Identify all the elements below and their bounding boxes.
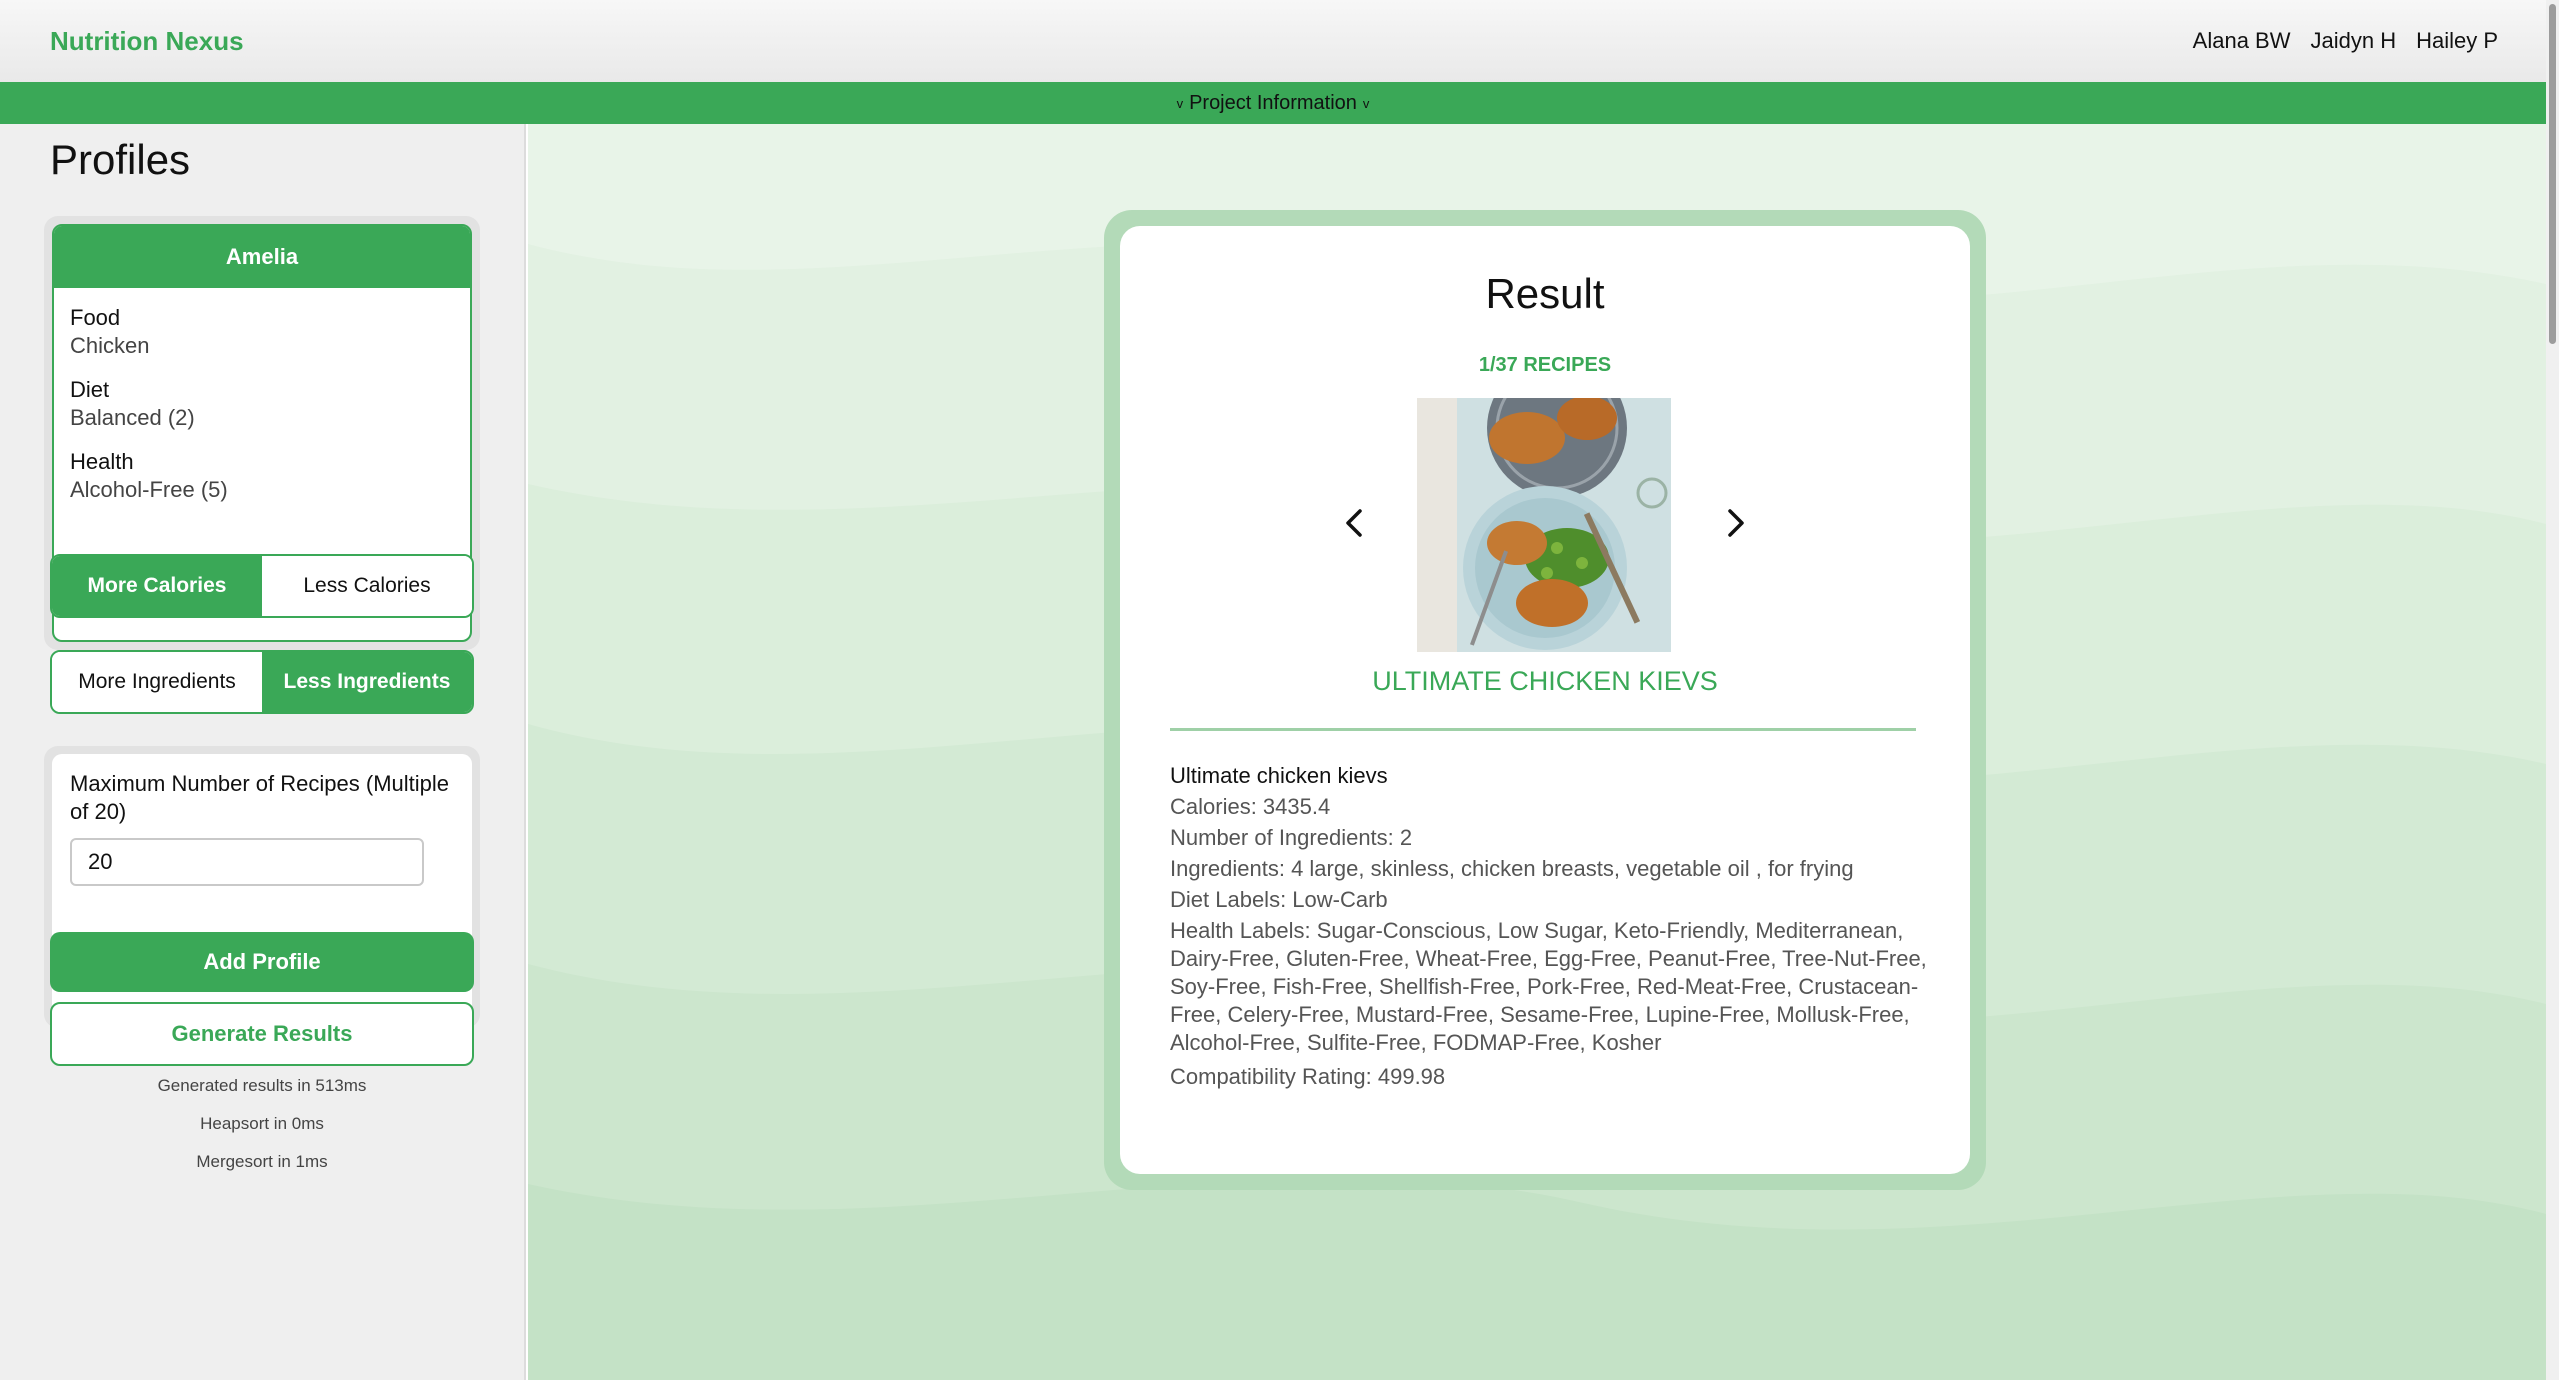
- page-scrollbar[interactable]: [2546, 0, 2559, 1380]
- caret-left-icon: v: [1176, 95, 1184, 111]
- result-divider: [1170, 728, 1916, 731]
- recipe-details: Ultimate chicken kievs Calories: 3435.4 …: [1170, 762, 1930, 1091]
- chicken-kiev-photo: [1417, 398, 1671, 652]
- recipe-calories: Calories: 3435.4: [1170, 794, 1331, 819]
- ingredients-toggle: More Ingredients Less Ingredients: [50, 650, 474, 714]
- chevron-left-icon: [1346, 509, 1362, 537]
- team-member-jaidyn[interactable]: Jaidyn H: [2310, 28, 2396, 54]
- field-value: Balanced (2): [70, 405, 195, 430]
- stat-mergesort: Mergesort in 1ms: [196, 1152, 328, 1171]
- profile-field-health: Health Alcohol-Free (5): [54, 448, 470, 504]
- scrollbar-thumb[interactable]: [2549, 4, 2556, 344]
- caret-right-icon: v: [1362, 95, 1370, 111]
- recipe-health-labels: Health Labels: Sugar-Conscious, Low Suga…: [1170, 918, 1927, 1055]
- prev-recipe-button[interactable]: [1330, 498, 1380, 548]
- team-links: Alana BW Jaidyn H Hailey P: [2193, 28, 2498, 54]
- profile-field-food: Food Chicken: [54, 304, 470, 360]
- calories-toggle: More Calories Less Calories: [50, 554, 474, 618]
- recipe-compatibility: Compatibility Rating: 499.98: [1170, 1064, 1446, 1089]
- recipe-num-ingredients: Number of Ingredients: 2: [1170, 825, 1413, 850]
- project-info-label: Project Information: [1189, 91, 1357, 114]
- result-title: Result: [1485, 270, 1605, 317]
- field-label: Diet: [70, 377, 110, 402]
- generate-results-button[interactable]: Generate Results: [50, 1002, 474, 1066]
- more-calories-button[interactable]: More Calories: [52, 556, 262, 616]
- more-ingredients-button[interactable]: More Ingredients: [52, 652, 262, 712]
- field-label: Health: [70, 449, 134, 474]
- recipe-count: 1/37 RECIPES: [1478, 354, 1612, 376]
- recipe-image: [1417, 398, 1671, 652]
- profile-name[interactable]: Amelia: [54, 226, 470, 288]
- recipe-detail-title: Ultimate chicken kievs: [1170, 763, 1388, 788]
- profiles-sidebar: Profiles Amelia Food Chicken Diet Balanc…: [0, 124, 526, 1380]
- field-label: Food: [70, 305, 121, 330]
- app-header: Nutrition Nexus Alana BW Jaidyn H Hailey…: [0, 0, 2546, 82]
- brand-logo[interactable]: Nutrition Nexus: [50, 26, 244, 57]
- profile-field-diet: Diet Balanced (2): [54, 376, 470, 432]
- team-member-hailey[interactable]: Hailey P: [2416, 28, 2498, 54]
- stat-generated: Generated results in 513ms: [157, 1076, 367, 1095]
- sidebar-title: Profiles: [50, 136, 191, 183]
- stat-heapsort: Heapsort in 0ms: [200, 1114, 324, 1133]
- add-profile-button[interactable]: Add Profile: [50, 932, 474, 992]
- result-card: Result 1/37 RECIPES ULTIMATE CHICKEN KIE…: [1120, 226, 1970, 1174]
- max-recipes-label: Maximum Number of Recipes (Multiple of 2…: [70, 771, 449, 824]
- field-value: Alcohol-Free (5): [70, 477, 228, 502]
- project-info-toggle[interactable]: v Project Information v: [0, 82, 2546, 124]
- max-recipes-input[interactable]: [70, 838, 424, 886]
- recipe-ingredients: Ingredients: 4 large, skinless, chicken …: [1170, 856, 1854, 881]
- team-member-alana[interactable]: Alana BW: [2193, 28, 2291, 54]
- next-recipe-button[interactable]: [1710, 498, 1760, 548]
- less-ingredients-button[interactable]: Less Ingredients: [262, 652, 472, 712]
- recipe-diet-labels: Diet Labels: Low-Carb: [1170, 887, 1388, 912]
- recipe-name: ULTIMATE CHICKEN KIEVS: [1372, 666, 1718, 696]
- less-calories-button[interactable]: Less Calories: [262, 556, 472, 616]
- field-value: Chicken: [70, 333, 150, 358]
- chevron-right-icon: [1728, 509, 1744, 537]
